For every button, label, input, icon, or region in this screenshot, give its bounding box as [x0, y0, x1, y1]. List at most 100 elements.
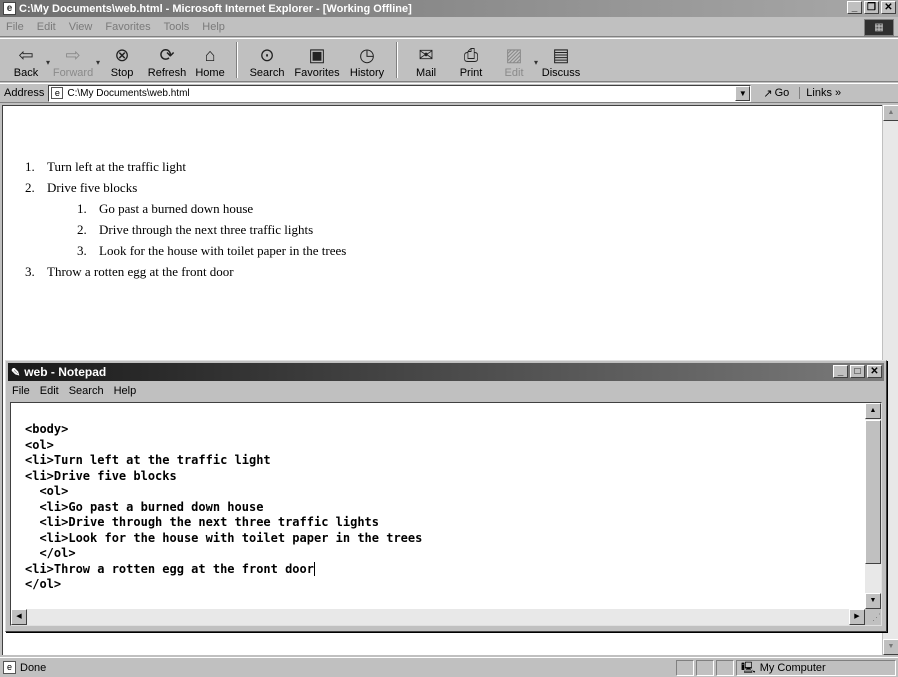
window-controls: _ ❐ ✕: [847, 1, 896, 14]
stop-button[interactable]: ⊗ Stop: [100, 39, 144, 81]
nested-list-item: 3. Look for the house with toilet paper i…: [77, 240, 346, 261]
forward-label: Forward: [52, 67, 94, 79]
code-line: </ol>: [25, 577, 62, 591]
notepad-menu-file[interactable]: File: [12, 385, 30, 397]
ordered-list: 1. Turn left at the traffic light 2. Drive…: [25, 156, 346, 282]
forward-button[interactable]: ⇨ Forward: [50, 39, 96, 81]
ie-menu-bar: File Edit View Favorites Tools Help ▦: [0, 18, 898, 37]
code-line: <li>Turn left at the traffic light: [25, 453, 271, 467]
notepad-app-icon[interactable]: ✎: [11, 366, 20, 379]
back-button[interactable]: ⇦ Back: [6, 39, 46, 81]
notepad-menu-search[interactable]: Search: [69, 385, 104, 397]
notepad-horizontal-scrollbar[interactable]: ◀ ▶: [11, 609, 865, 625]
ie-logo-icon: ▦: [864, 19, 894, 36]
code-line: <body>: [25, 422, 69, 436]
zone-label: My Computer: [759, 662, 826, 674]
menu-help[interactable]: Help: [202, 21, 225, 33]
list-item: 1. Turn left at the traffic light: [25, 156, 346, 177]
resize-grip-icon[interactable]: ⋰: [865, 609, 881, 625]
address-value: C:\My Documents\web.html: [67, 87, 190, 99]
status-text: Done: [20, 661, 47, 674]
print-label: Print: [459, 67, 483, 79]
home-button[interactable]: ⌂ Home: [190, 39, 230, 81]
list-item-text: Drive five blocks: [47, 180, 138, 195]
notepad-text-area[interactable]: <body> <ol> <li>Turn left at the traffic…: [10, 402, 882, 626]
notepad-scroll-left-icon[interactable]: ◀: [11, 609, 27, 625]
menu-view[interactable]: View: [69, 21, 93, 33]
nested-list-item: 1. Go past a burned down house: [77, 198, 346, 219]
back-label: Back: [13, 67, 39, 79]
notepad-menu-edit[interactable]: Edit: [40, 385, 59, 397]
address-dropdown-icon[interactable]: ▼: [735, 85, 751, 101]
notepad-scroll-down-icon[interactable]: ▼: [865, 593, 881, 609]
search-icon: ⊙: [259, 45, 275, 65]
refresh-icon: ⟳: [159, 45, 175, 65]
mail-button[interactable]: ✉ Mail: [404, 39, 448, 81]
code-line: <ol>: [25, 437, 54, 452]
list-item-text: Throw a rotten egg at the front door: [47, 264, 234, 279]
status-pane: [716, 660, 734, 676]
search-button[interactable]: ⊙ Search: [244, 39, 290, 81]
forward-arrow-icon: ⇨: [65, 45, 81, 65]
notepad-window: ✎ web - Notepad _ □ ✕ File Edit Search H…: [5, 360, 887, 632]
stop-icon: ⊗: [114, 45, 130, 65]
notepad-maximize-button[interactable]: □: [850, 365, 865, 378]
notepad-scroll-thumb[interactable]: [865, 420, 881, 564]
favorites-button[interactable]: ▣ Favorites: [290, 39, 344, 81]
history-label: History: [349, 67, 385, 79]
menu-tools[interactable]: Tools: [164, 21, 190, 33]
list-item: 3. Throw a rotten egg at the front door: [25, 261, 346, 282]
status-pane: [696, 660, 714, 676]
back-arrow-icon: ⇦: [18, 45, 34, 65]
security-zone: 🖳 My Computer: [736, 660, 896, 676]
go-button[interactable]: ↗ Go: [763, 87, 789, 100]
notepad-title-bar: ✎ web - Notepad _ □ ✕: [8, 363, 884, 381]
window-title: C:\My Documents\web.html - Microsoft Int…: [19, 2, 412, 15]
ie-app-icon[interactable]: e: [3, 2, 16, 15]
notepad-close-button[interactable]: ✕: [867, 365, 882, 378]
minimize-button[interactable]: _: [847, 1, 862, 14]
print-button[interactable]: ⎙ Print: [448, 39, 494, 81]
discuss-icon: ▤: [552, 45, 570, 65]
menu-file[interactable]: File: [6, 21, 24, 33]
toolbar-separator: [236, 42, 239, 78]
code-line: <ol>: [25, 484, 69, 498]
scroll-up-icon[interactable]: ▲: [883, 105, 898, 121]
menu-favorites[interactable]: Favorites: [105, 21, 150, 33]
edit-icon: ▨: [505, 45, 523, 65]
code-line-current: <li>Throw a rotten egg at the front door: [25, 562, 422, 578]
notepad-minimize-button[interactable]: _: [833, 365, 848, 378]
scroll-down-icon[interactable]: ▼: [883, 639, 898, 655]
nested-ordered-list: 1. Go past a burned down house 2. Drive th…: [77, 198, 346, 261]
mail-label: Mail: [415, 67, 437, 79]
mail-icon: ✉: [418, 45, 434, 65]
favorites-label: Favorites: [294, 67, 340, 79]
go-arrow-icon: ↗: [763, 87, 773, 100]
computer-icon: 🖳: [741, 661, 756, 674]
code-line-text: <li>Throw a rotten egg at the front door: [25, 561, 314, 576]
address-input[interactable]: e C:\My Documents\web.html ▼: [48, 84, 752, 102]
standard-toolbar: ⇦ Back ▾ ⇨ Forward ▾ ⊗ Stop ⟳ Refresh ⌂ …: [0, 38, 898, 82]
notepad-menu-help[interactable]: Help: [114, 385, 137, 397]
refresh-button[interactable]: ⟳ Refresh: [144, 39, 190, 81]
home-label: Home: [195, 67, 225, 79]
history-icon: ◷: [359, 45, 375, 65]
list-item-text: Drive through the next three traffic lig…: [99, 222, 314, 237]
notepad-scroll-right-icon[interactable]: ▶: [849, 609, 865, 625]
list-number: 1.: [25, 159, 35, 174]
ie-title-bar: e C:\My Documents\web.html - Microsoft I…: [0, 0, 898, 17]
links-button[interactable]: Links »: [799, 87, 841, 99]
list-number: 2.: [25, 180, 35, 195]
history-button[interactable]: ◷ History: [344, 39, 390, 81]
code-line: <li>Drive through the next three traffic…: [25, 515, 380, 529]
discuss-button[interactable]: ▤ Discuss: [538, 39, 584, 81]
list-item-text: Look for the house with toilet paper in …: [99, 243, 347, 258]
menu-edit[interactable]: Edit: [37, 21, 56, 33]
ie-window: e C:\My Documents\web.html - Microsoft I…: [0, 0, 898, 677]
edit-button[interactable]: ▨ Edit: [494, 39, 534, 81]
notepad-vertical-scrollbar[interactable]: ▲ ▼: [865, 403, 881, 609]
list-item-text: Go past a burned down house: [99, 201, 254, 216]
restore-button[interactable]: ❐: [864, 1, 879, 14]
notepad-scroll-up-icon[interactable]: ▲: [865, 403, 881, 419]
close-button[interactable]: ✕: [881, 1, 896, 14]
